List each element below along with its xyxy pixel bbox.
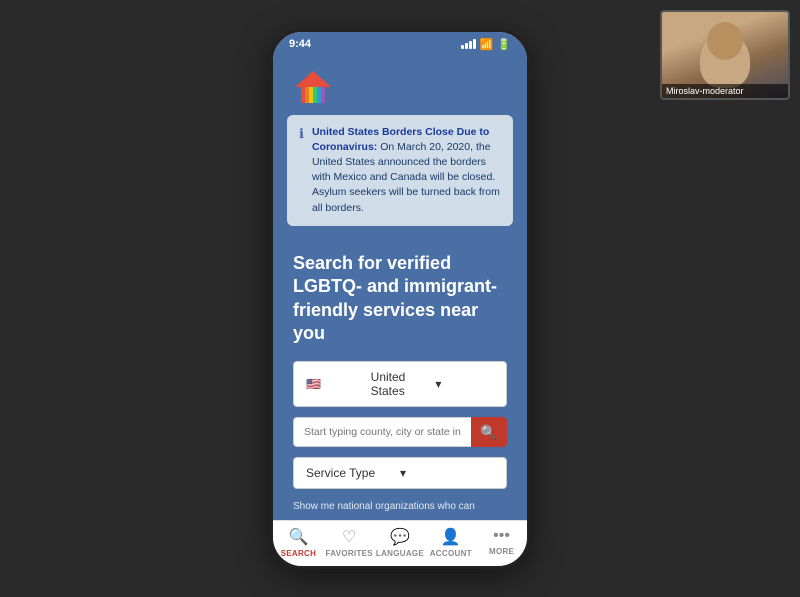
notification-text: United States Borders Close Due to Coron… <box>312 125 501 216</box>
notification-banner: ℹ United States Borders Close Due to Cor… <box>287 115 513 226</box>
nav-language[interactable]: 💬 LANGUAGE <box>375 527 426 558</box>
search-input-row: 🔍 <box>293 417 507 447</box>
search-heading: Search for verified LGBTQ- and immigrant… <box>293 252 507 346</box>
more-nav-icon: ••• <box>493 527 510 545</box>
status-icons: 📶 🔋 <box>461 38 511 51</box>
language-nav-label: LANGUAGE <box>376 549 424 558</box>
country-label: United States <box>371 370 430 398</box>
more-nav-label: MORE <box>489 547 514 556</box>
us-flag-icon: 🇺🇸 <box>306 377 365 391</box>
status-time: 9:44 <box>289 38 311 50</box>
app-logo <box>293 69 333 105</box>
signal-icon <box>461 39 476 49</box>
webcam-label: Miroslav-moderator <box>662 84 788 98</box>
app-content: ℹ United States Borders Close Due to Cor… <box>273 55 527 520</box>
logo-area <box>273 55 527 115</box>
phone-mockup: 9:44 📶 🔋 <box>270 29 530 569</box>
service-type-dropdown[interactable]: Service Type ▾ <box>293 457 507 489</box>
country-dropdown[interactable]: 🇺🇸 United States ▾ <box>293 361 507 407</box>
webcam-overlay: Miroslav-moderator <box>660 10 790 100</box>
service-type-label: Service Type <box>306 466 400 480</box>
house-svg <box>293 69 333 105</box>
search-nav-icon: 🔍 <box>288 527 308 547</box>
nav-account[interactable]: 👤 ACCOUNT <box>425 527 476 558</box>
nav-more[interactable]: ••• MORE <box>476 527 527 558</box>
search-button[interactable]: 🔍 <box>471 417 507 447</box>
status-bar: 9:44 📶 🔋 <box>273 32 527 55</box>
service-type-chevron-icon: ▾ <box>400 466 494 480</box>
language-nav-icon: 💬 <box>390 527 410 547</box>
bottom-nav: 🔍 SEARCH ♡ FAVORITES 💬 LANGUAGE 👤 ACCOUN… <box>273 520 527 566</box>
account-nav-icon: 👤 <box>441 527 461 547</box>
favorites-nav-icon: ♡ <box>342 527 356 547</box>
location-search-input[interactable] <box>293 417 471 447</box>
search-nav-label: SEARCH <box>281 549 317 558</box>
battery-icon: 🔋 <box>497 38 511 51</box>
nav-favorites[interactable]: ♡ FAVORITES <box>324 527 375 558</box>
account-nav-label: ACCOUNT <box>430 549 472 558</box>
screen-background: Miroslav-moderator 9:44 📶 🔋 <box>0 0 800 597</box>
search-section: Search for verified LGBTQ- and immigrant… <box>273 238 527 520</box>
country-chevron-icon: ▾ <box>435 377 494 391</box>
favorites-nav-label: FAVORITES <box>325 549 372 558</box>
info-icon: ℹ <box>299 126 304 142</box>
wifi-icon: 📶 <box>480 38 494 51</box>
national-orgs-text: Show me national organizations who can <box>293 501 507 519</box>
nav-search[interactable]: 🔍 SEARCH <box>273 527 324 558</box>
search-magnifier-icon: 🔍 <box>480 424 497 441</box>
